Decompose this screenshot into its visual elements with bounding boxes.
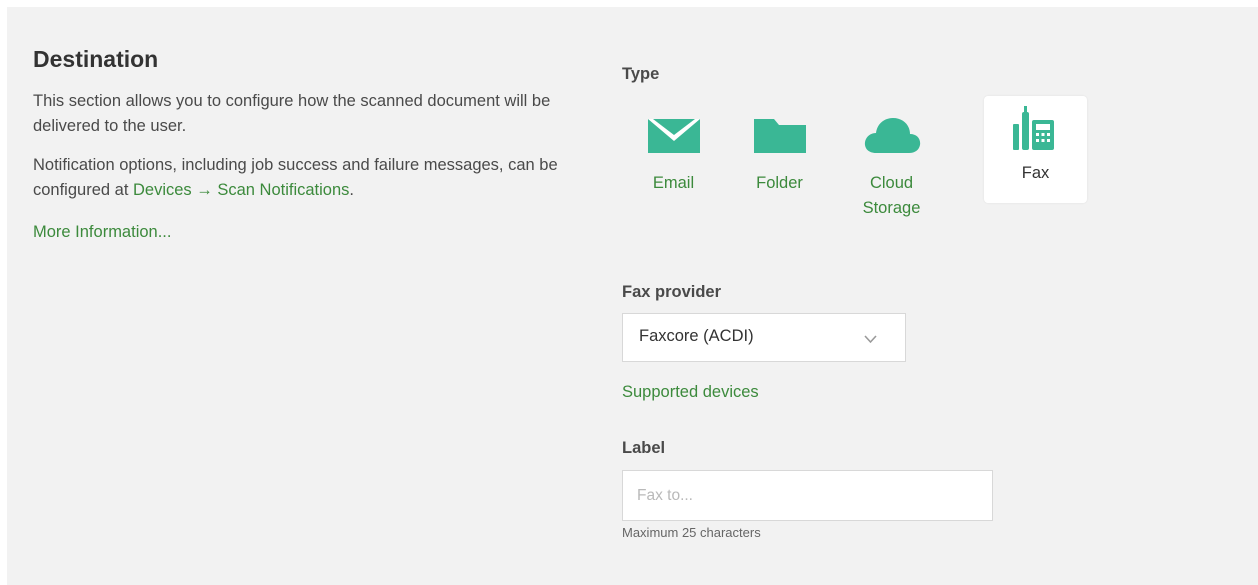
type-option-label: Email [652, 174, 695, 192]
type-option-cloud-storage[interactable]: Cloud Storage [840, 96, 943, 217]
type-option-email[interactable]: Email [622, 96, 725, 203]
envelope-icon [622, 113, 725, 157]
type-label: Type [622, 65, 660, 83]
label-hint: Maximum 25 characters [622, 525, 761, 540]
type-option-fax[interactable]: Fax [984, 96, 1087, 203]
label-field-label: Label [622, 439, 666, 457]
destination-info: Destination This section allows you to c… [33, 45, 593, 242]
fax-provider-label: Fax provider [622, 283, 722, 301]
notification-suffix: . [349, 181, 354, 199]
type-selector: Email Folder Cloud Storage Fax [622, 96, 1142, 236]
notification-description: Notification options, including job succ… [33, 153, 593, 203]
chevron-down-icon [864, 331, 877, 349]
folder-icon [728, 113, 831, 157]
fax-icon [984, 106, 1087, 157]
type-option-label: Folder [756, 174, 803, 192]
cloud-icon [840, 113, 943, 157]
type-option-folder[interactable]: Folder [728, 96, 831, 203]
supported-devices-link[interactable]: Supported devices [622, 383, 759, 402]
type-option-label: Cloud Storage [862, 174, 921, 217]
type-option-label: Fax [1021, 164, 1050, 182]
label-input[interactable] [622, 470, 993, 521]
destination-panel: Destination This section allows you to c… [7, 7, 1258, 585]
section-title: Destination [33, 46, 159, 72]
scan-notifications-link[interactable]: Devices → Scan Notifications [133, 181, 349, 199]
section-description: This section allows you to configure how… [33, 92, 551, 135]
more-information-link[interactable]: More Information... [33, 223, 171, 242]
fax-provider-select[interactable]: Faxcore (ACDI) [622, 313, 906, 362]
destination-settings: Type Email Folder Cloud Storage Fax Fax … [622, 63, 1222, 540]
fax-provider-value: Faxcore (ACDI) [639, 327, 754, 345]
